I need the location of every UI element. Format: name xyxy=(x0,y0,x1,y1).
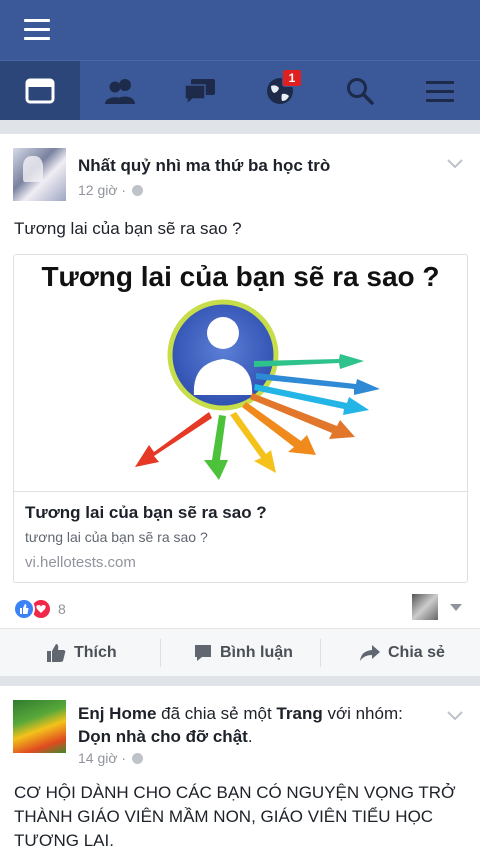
comment-button[interactable]: Bình luận xyxy=(194,629,293,677)
reaction-count: 8 xyxy=(58,601,66,617)
group-link[interactable]: Dọn nhà cho đỡ chật xyxy=(78,727,248,746)
share-label: Chia sẻ xyxy=(388,644,445,661)
tab-news-feed[interactable] xyxy=(0,61,80,120)
avatar[interactable] xyxy=(13,148,66,201)
post-card: Nhất quỷ nhì ma thứ ba học trò 12 giờ · … xyxy=(0,134,480,677)
chat-icon xyxy=(184,78,215,105)
comment-icon xyxy=(195,645,211,661)
tab-messages[interactable] xyxy=(160,61,240,120)
feed-divider xyxy=(0,120,480,134)
globe-icon xyxy=(132,184,144,196)
shared-text: đã chia sẻ một xyxy=(156,704,277,723)
post-time[interactable]: 14 giờ · xyxy=(78,750,126,766)
tab-friends[interactable] xyxy=(80,61,160,120)
tab-more[interactable] xyxy=(400,61,480,120)
reaction-summary[interactable]: 8 xyxy=(13,598,66,620)
future-arrows-illustration xyxy=(135,299,380,480)
nav-bar: 1 xyxy=(0,60,480,120)
post-header: Enj Home đã chia sẻ một Trang với nhóm: … xyxy=(78,702,438,748)
group-text: với nhóm: xyxy=(322,704,403,723)
feed-divider xyxy=(0,676,480,686)
post-actions: Thích Bình luận Chia sẻ xyxy=(0,628,480,677)
link-url: vi.hellotests.com xyxy=(25,554,136,571)
page-link[interactable]: Trang xyxy=(276,704,322,723)
avatar[interactable] xyxy=(13,700,66,753)
share-button[interactable]: Chia sẻ xyxy=(360,629,445,677)
divider xyxy=(320,639,321,667)
link-preview[interactable]: Tương lai của bạn sẽ ra sao ? Tương lai … xyxy=(13,254,468,583)
like-label: Thích xyxy=(74,644,117,661)
chevron-down-icon[interactable] xyxy=(446,158,464,170)
tab-search[interactable] xyxy=(320,61,400,120)
notification-badge: 1 xyxy=(282,69,302,87)
post-author[interactable]: Enj Home xyxy=(78,704,156,723)
post-text: Tương lai của bạn sẽ ra sao ? xyxy=(14,219,242,238)
link-footer: Tương lai của bạn sẽ ra sao ? tương lai … xyxy=(14,491,467,582)
news-feed-icon xyxy=(25,78,55,103)
post-meta: 14 giờ · xyxy=(78,750,144,766)
caret-down-icon[interactable] xyxy=(450,604,462,611)
menu-icon xyxy=(426,80,454,102)
search-icon xyxy=(347,77,374,105)
tab-notifications[interactable]: 1 xyxy=(240,61,320,120)
like-button[interactable]: Thích xyxy=(46,629,117,677)
like-reaction-icon xyxy=(13,598,35,620)
post-text: CƠ HỘI DÀNH CHO CÁC BẠN CÓ NGUYỆN VỌNG T… xyxy=(14,783,456,850)
post-time[interactable]: 12 giờ · xyxy=(78,182,126,198)
chevron-down-icon[interactable] xyxy=(446,710,464,722)
thumbs-up-icon xyxy=(47,644,66,662)
hamburger-icon[interactable] xyxy=(24,19,50,41)
link-title: Tương lai của bạn sẽ ra sao ? xyxy=(25,503,267,522)
post-card: Enj Home đã chia sẻ một Trang với nhóm: … xyxy=(0,686,480,854)
link-description: tương lai của bạn sẽ ra sao ? xyxy=(25,529,208,545)
comment-label: Bình luận xyxy=(220,644,293,661)
group-suffix: . xyxy=(247,727,253,746)
friends-icon xyxy=(105,78,135,104)
share-icon xyxy=(360,645,380,661)
commenter-avatar[interactable] xyxy=(412,594,438,620)
link-image: Tương lai của bạn sẽ ra sao ? xyxy=(14,255,467,490)
globe-icon xyxy=(132,752,144,764)
post-author[interactable]: Nhất quỷ nhì ma thứ ba học trò xyxy=(78,156,330,176)
divider xyxy=(160,639,161,667)
post-meta: 12 giờ · xyxy=(78,182,144,198)
top-bar xyxy=(0,0,480,60)
